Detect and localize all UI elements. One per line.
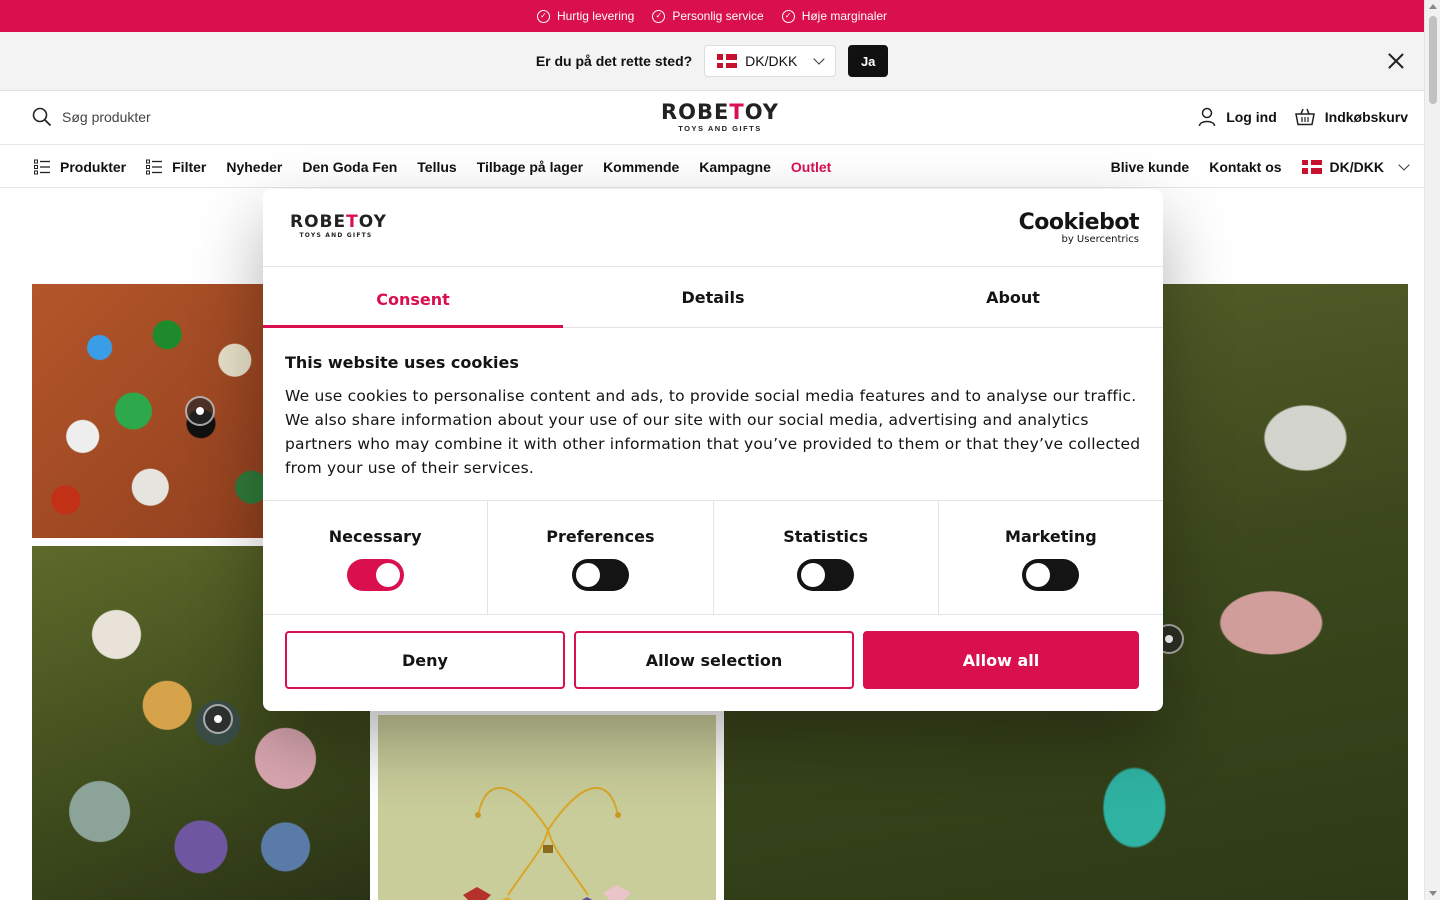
- category-preferences: Preferences: [488, 501, 714, 614]
- denmark-flag-icon: [717, 54, 738, 68]
- locale-confirm-button[interactable]: Ja: [848, 45, 889, 77]
- check-circle-icon: ✓: [781, 9, 795, 23]
- nav-den-goda-fen[interactable]: Den Goda Fen: [302, 159, 397, 175]
- category-label: Preferences: [546, 527, 655, 546]
- dialog-actions: Deny Allow selection Allow all: [263, 615, 1163, 689]
- category-label: Statistics: [783, 527, 868, 546]
- chevron-down-icon: [813, 53, 825, 65]
- logo-text: OY: [358, 212, 387, 232]
- bracelet-image[interactable]: [378, 715, 716, 900]
- bracelet-illustration: [463, 786, 631, 900]
- category-marketing: Marketing: [939, 501, 1163, 614]
- nav-label: Filter: [172, 158, 207, 175]
- statistics-toggle[interactable]: [797, 559, 855, 591]
- logo-tagline: TOYS AND GIFTS: [299, 232, 373, 239]
- nav-tellus[interactable]: Tellus: [417, 159, 456, 175]
- main-nav: Produkter Filter Nyheder Den Goda Fen Te…: [0, 145, 1424, 188]
- dialog-tabs: Consent Details About: [263, 267, 1163, 328]
- scroll-up-arrow-icon[interactable]: [1429, 4, 1437, 9]
- necessary-toggle[interactable]: [346, 559, 404, 591]
- tab-consent[interactable]: Consent: [263, 267, 563, 327]
- locale-question: Er du på det rette sted?: [535, 53, 693, 69]
- denmark-flag-icon: [1301, 159, 1322, 174]
- logo-text-accent: T: [346, 212, 359, 232]
- site-header: Søg produkter ROBETOY TOYS AND GIFTS Log…: [0, 91, 1424, 145]
- promo-item: ✓ Hurtig levering: [536, 9, 635, 23]
- nav-back-in-stock[interactable]: Tilbage på lager: [477, 159, 583, 175]
- site-logo[interactable]: ROBETOY TOYS AND GIFTS: [660, 101, 780, 133]
- check-circle-icon: ✓: [536, 9, 550, 23]
- promo-text: Høje marginaler: [801, 9, 888, 23]
- scroll-thumb[interactable]: [1429, 16, 1437, 104]
- search-icon: [32, 107, 52, 127]
- locale-select-value: DK/DKK: [745, 53, 798, 69]
- nav-label: Produkter: [60, 158, 127, 175]
- nav-products[interactable]: Produkter: [34, 159, 126, 175]
- category-necessary: Necessary: [263, 501, 489, 614]
- marketing-toggle[interactable]: [1022, 559, 1080, 591]
- dialog-header: ROBETOY TOYS AND GIFTS Cookiebot by User…: [263, 189, 1163, 267]
- cart-link[interactable]: Indkøbskurv: [1294, 108, 1408, 126]
- logo-text: ROBE: [660, 100, 730, 124]
- filter-list-icon: [146, 159, 163, 174]
- dialog-description: We use cookies to personalise content an…: [285, 387, 1141, 477]
- cookiebot-logo-subtext: by Usercentrics: [1061, 234, 1139, 245]
- nav-news[interactable]: Nyheder: [226, 159, 282, 175]
- hotspot-icon[interactable]: [185, 396, 215, 426]
- category-label: Necessary: [328, 527, 422, 546]
- list-icon: [34, 159, 50, 174]
- promo-bar: ✓ Hurtig levering ✓ Personlig service ✓ Høj…: [0, 0, 1424, 32]
- cookie-category-toggles: Necessary Preferences Statistics Marketi…: [263, 501, 1163, 615]
- nav-become-customer[interactable]: Blive kunde: [1111, 159, 1190, 175]
- cookie-consent-dialog: ROBETOY TOYS AND GIFTS Cookiebot by User…: [263, 189, 1163, 711]
- nav-upcoming[interactable]: Kommende: [603, 159, 679, 175]
- logo-text: ROBE: [290, 212, 347, 232]
- logo-tagline: TOYS AND GIFTS: [678, 124, 762, 133]
- close-icon[interactable]: [1386, 51, 1406, 71]
- deny-button[interactable]: Deny: [285, 631, 565, 689]
- dialog-body: This website uses cookies We use cookies…: [263, 328, 1163, 501]
- tab-details[interactable]: Details: [563, 267, 863, 327]
- nav-outlet[interactable]: Outlet: [791, 159, 831, 175]
- category-statistics: Statistics: [714, 501, 939, 614]
- preferences-toggle[interactable]: [571, 559, 629, 591]
- logo-text-accent: T: [729, 100, 745, 124]
- search-placeholder: Søg produkter: [62, 109, 151, 125]
- cookiebot-logo-text: Cookiebot: [1018, 210, 1140, 235]
- nav-filter[interactable]: Filter: [146, 159, 206, 175]
- promo-text: Personlig service: [672, 9, 764, 23]
- cart-label: Indkøbskurv: [1324, 109, 1408, 125]
- allow-selection-button[interactable]: Allow selection: [574, 631, 854, 689]
- hotspot-icon[interactable]: [203, 704, 233, 734]
- allow-all-button[interactable]: Allow all: [863, 631, 1139, 689]
- login-label: Log ind: [1226, 109, 1277, 125]
- login-link[interactable]: Log ind: [1198, 107, 1277, 127]
- logo-text: OY: [744, 100, 779, 124]
- nav-locale-select[interactable]: DK/DKK: [1301, 158, 1410, 175]
- promo-item: ✓ Høje marginaler: [781, 9, 888, 23]
- user-icon: [1198, 107, 1216, 127]
- tab-about[interactable]: About: [863, 267, 1163, 327]
- nav-campaign[interactable]: Kampagne: [699, 159, 771, 175]
- chevron-down-icon: [1398, 158, 1410, 171]
- promo-item: ✓ Personlig service: [652, 9, 764, 23]
- scroll-down-arrow-icon[interactable]: [1429, 891, 1437, 896]
- check-circle-icon: ✓: [652, 9, 666, 23]
- locale-bar: Er du på det rette sted? DK/DKK Ja: [0, 32, 1424, 91]
- page-scrollbar[interactable]: [1424, 0, 1440, 900]
- nav-contact[interactable]: Kontakt os: [1209, 159, 1281, 175]
- category-label: Marketing: [1005, 527, 1097, 546]
- locale-select[interactable]: DK/DKK: [704, 45, 837, 77]
- basket-icon: [1294, 108, 1315, 126]
- active-tab-indicator: [263, 325, 563, 328]
- nav-locale-value: DK/DKK: [1329, 158, 1384, 175]
- promo-text: Hurtig levering: [556, 9, 635, 23]
- search-input[interactable]: Søg produkter: [32, 107, 151, 127]
- cookiebot-logo[interactable]: Cookiebot by Usercentrics: [1018, 210, 1140, 246]
- dialog-title: This website uses cookies: [285, 353, 519, 372]
- dialog-site-logo: ROBETOY TOYS AND GIFTS: [290, 212, 386, 239]
